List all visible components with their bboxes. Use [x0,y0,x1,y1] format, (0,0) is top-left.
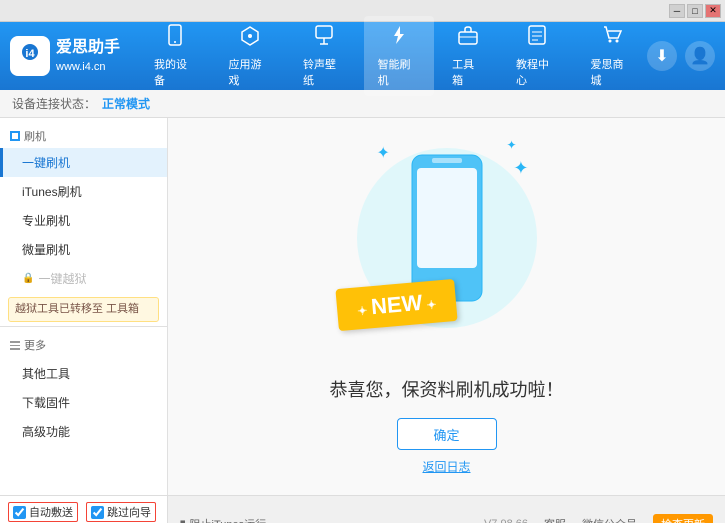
logo-area: i4 爱思助手 www.i4.cn [10,36,120,76]
check-update-button[interactable]: 检查更新 [653,514,713,523]
sidebar: 刷机 一键刷机 iTunes刷机 专业刷机 微量刷机 🔒 一键越狱 [0,118,168,495]
sidebar-item-onekey[interactable]: 一键刷机 [0,148,167,177]
support-link-service[interactable]: 客服 [544,516,566,523]
sidebar-divider [0,326,167,327]
nav-shop-label: 爱思商城 [590,56,633,88]
checkbox-skip-wizard[interactable]: 跳过向导 [86,502,156,522]
tutorials-icon [526,24,548,52]
smart-flash-icon [388,24,410,52]
return-link[interactable]: 返回日志 [422,458,470,475]
checkboxes-row: 自动敷送 跳过向导 [8,502,159,522]
nav-tutorials[interactable]: 教程中心 [502,16,573,96]
bottom-left: 自动敷送 跳过向导 📱 iPhone 12 mini 64GB Down-12m… [0,495,168,523]
nav-my-device[interactable]: 我的设备 [140,16,211,96]
sidebar-top: 刷机 一键刷机 iTunes刷机 专业刷机 微量刷机 🔒 一键越狱 [0,118,167,495]
logo-text: 爱思助手 www.i4.cn [56,37,120,75]
app-container: ─ □ ✕ i4 爱思助手 www.i4.cn [0,0,725,523]
shop-icon [601,24,623,52]
logo-icon: i4 [10,36,50,76]
nav-apps-label: 应用游戏 [229,56,272,88]
checkbox-auto-push[interactable]: 自动敷送 [8,502,78,522]
sidebar-notice: 越狱工具已转移至 工具箱 [8,297,159,322]
section-icon [10,131,20,141]
stop-itunes-icon: ⏹ [180,517,186,523]
minimize-button[interactable]: ─ [669,4,685,18]
bottom-right: ⏹ 阻止iTunes运行 V7.98.66 客服 微信公众号 检查更新 [168,495,725,523]
stop-itunes-button[interactable]: ⏹ 阻止iTunes运行 [180,516,266,523]
content-area: ✦ ✦ ✦ NEW 恭喜您，保资料刷机成功啦！ 确定 [168,118,725,495]
status-value: 正常模式 [102,95,150,112]
sidebar-section-flash: 刷机 [0,122,167,148]
sidebar-item-other-tools[interactable]: 其他工具 [0,359,167,388]
header-right: ⬇ 👤 [647,41,715,71]
success-text: 恭喜您，保资料刷机成功啦！ [330,376,564,402]
bottom-right-links: V7.98.66 客服 微信公众号 检查更新 [484,514,713,523]
sparkle3: ✦ [513,158,528,179]
checkbox-skip-wizard-input[interactable] [91,506,104,519]
section-flash-label: 刷机 [24,128,46,144]
sidebar-item-pro[interactable]: 专业刷机 [0,206,167,235]
ringtones-icon [313,24,335,52]
bottom-area: 自动敷送 跳过向导 📱 iPhone 12 mini 64GB Down-12m… [0,495,725,523]
checkbox-auto-push-input[interactable] [13,506,26,519]
sidebar-item-itunes[interactable]: iTunes刷机 [0,177,167,206]
apps-icon [239,24,261,52]
more-icon [10,341,20,350]
nav-ringtones[interactable]: 铃声壁纸 [289,16,360,96]
sidebar-item-jailbreak: 🔒 一键越狱 [0,264,167,293]
nav-my-device-label: 我的设备 [154,56,197,88]
nav-toolbox[interactable]: 工具箱 [438,16,498,96]
title-bar-buttons: ─ □ ✕ [669,4,721,18]
maximize-button[interactable]: □ [687,4,703,18]
confirm-button[interactable]: 确定 [397,418,497,450]
lock-icon: 🔒 [22,273,34,284]
sparkle1: ✦ [377,143,390,163]
version-text: V7.98.66 [484,518,528,523]
nav-apps[interactable]: 应用游戏 [215,16,286,96]
logo-sub: www.i4.cn [56,60,120,75]
my-device-icon [164,24,186,52]
sidebar-section-more: 更多 [0,331,167,359]
user-button[interactable]: 👤 [685,41,715,71]
logo-main: 爱思助手 [56,37,120,59]
header: i4 爱思助手 www.i4.cn 我的设备 [0,22,725,90]
nav-smart-flash-label: 智能刷机 [378,56,421,88]
nav-tutorials-label: 教程中心 [516,56,559,88]
main-section: 刷机 一键刷机 iTunes刷机 专业刷机 微量刷机 🔒 一键越狱 [0,118,725,495]
support-link-wechat[interactable]: 微信公众号 [582,516,637,523]
close-button[interactable]: ✕ [705,4,721,18]
sidebar-item-download-fw[interactable]: 下载固件 [0,388,167,417]
more-label: 更多 [24,337,46,353]
nav-ringtones-label: 铃声壁纸 [303,56,346,88]
nav-items: 我的设备 应用游戏 铃 [140,16,647,96]
nav-toolbox-label: 工具箱 [452,56,484,88]
sparkle2: ✦ [506,138,516,152]
status-label: 设备连接状态： [12,95,96,112]
svg-text:i4: i4 [25,48,35,60]
toolbox-icon [457,24,479,52]
sidebar-item-advanced[interactable]: 高级功能 [0,417,167,446]
sidebar-item-micro[interactable]: 微量刷机 [0,235,167,264]
nav-shop[interactable]: 爱思商城 [576,16,647,96]
download-button[interactable]: ⬇ [647,41,677,71]
nav-smart-flash[interactable]: 智能刷机 [364,16,435,96]
phone-illustration: ✦ ✦ ✦ NEW [347,138,547,356]
